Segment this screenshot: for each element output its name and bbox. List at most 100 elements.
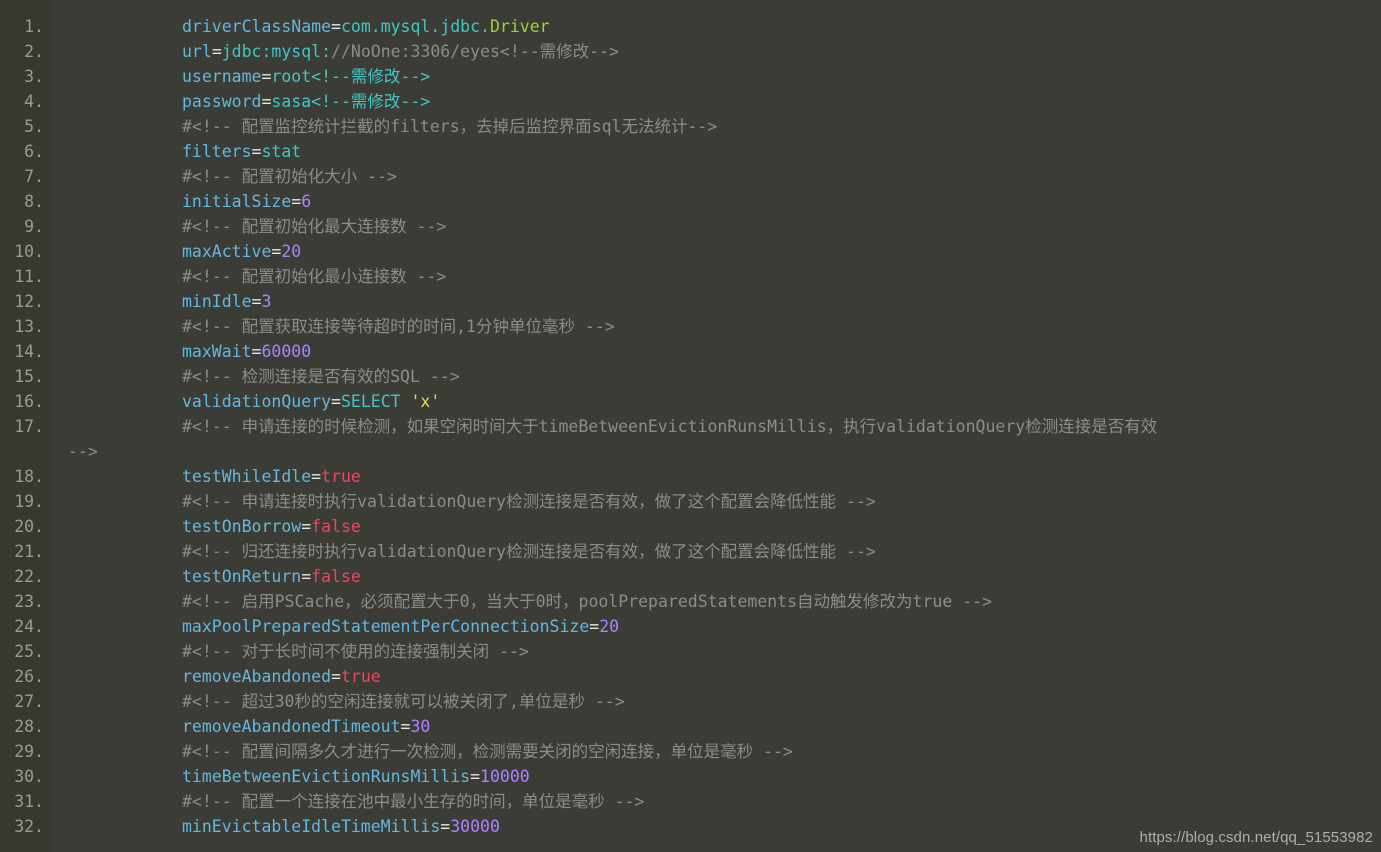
line-number: 14. (14, 342, 44, 361)
line-number: 5. (24, 117, 44, 136)
token-key: removeAbandoned (182, 667, 332, 686)
line-number: 23. (14, 592, 44, 611)
code-line[interactable]: 3. username=root<!--需修改--> (0, 64, 1381, 89)
code-line[interactable]: 22. testOnReturn=false (0, 564, 1381, 589)
token-comment: #<!-- 检测连接是否有效的SQL --> (182, 367, 460, 386)
token-num: 30000 (450, 817, 500, 836)
code-line[interactable]: 8. initialSize=6 (0, 189, 1381, 214)
token-key: username (182, 67, 262, 86)
code-content[interactable]: 1. driverClassName=com.mysql.jdbc.Driver 2… (0, 0, 1381, 839)
line-number: 22. (14, 567, 44, 586)
code-line[interactable]: 30. timeBetweenEvictionRunsMillis=10000 (0, 764, 1381, 789)
code-line[interactable]: 9. #<!-- 配置初始化最大连接数 --> (0, 214, 1381, 239)
token-eq: = (470, 767, 481, 786)
code-line[interactable]: 28. removeAbandonedTimeout=30 (0, 714, 1381, 739)
token-key: validationQuery (182, 392, 332, 411)
code-line[interactable]: 21. #<!-- 归还连接时执行validationQuery检测连接是否有效，… (0, 539, 1381, 564)
token-val: SELECT (340, 392, 411, 411)
code-line[interactable]: 32. minEvictableIdleTimeMillis=30000 (0, 814, 1381, 839)
line-number: 32. (14, 817, 44, 836)
token-eq: = (400, 717, 411, 736)
line-number: 6. (24, 142, 44, 161)
code-line[interactable]: 16. validationQuery=SELECT 'x' (0, 389, 1381, 414)
code-line[interactable]: 20. testOnBorrow=false (0, 514, 1381, 539)
code-line[interactable]: 4. password=sasa<!--需修改--> (0, 89, 1381, 114)
code-line[interactable]: 1. driverClassName=com.mysql.jdbc.Driver (0, 14, 1381, 39)
token-eq: = (301, 567, 312, 586)
token-comment: #<!-- 超过30秒的空闲连接就可以被关闭了,单位是秒 --> (182, 692, 625, 711)
token-comment: #<!-- 启用PSCache，必须配置大于0，当大于0时，poolPrepar… (182, 592, 993, 611)
code-line[interactable]: 26. removeAbandoned=true (0, 664, 1381, 689)
token-key: driverClassName (182, 17, 332, 36)
code-line[interactable]: 11. #<!-- 配置初始化最小连接数 --> (0, 264, 1381, 289)
token-key: minIdle (182, 292, 252, 311)
token-num: 6 (301, 192, 312, 211)
token-eq: = (440, 817, 451, 836)
code-line[interactable]: 25. #<!-- 对于长时间不使用的连接强制关闭 --> (0, 639, 1381, 664)
token-eq: = (311, 467, 322, 486)
line-number: 4. (24, 92, 44, 111)
token-key: maxActive (182, 242, 272, 261)
line-number: 16. (14, 392, 44, 411)
code-line[interactable]: 13. #<!-- 配置获取连接等待超时的时间,1分钟单位毫秒 --> (0, 314, 1381, 339)
code-line[interactable]: 19. #<!-- 申请连接时执行validationQuery检测连接是否有效，… (0, 489, 1381, 514)
token-bool: false (311, 517, 361, 536)
token-val: jdbc:mysql: (221, 42, 332, 61)
line-number: 26. (14, 667, 44, 686)
token-eq: = (251, 142, 262, 161)
line-number: 18. (14, 467, 44, 486)
line-number: 21. (14, 542, 44, 561)
token-key: testWhileIdle (182, 467, 312, 486)
token-class: Driver (489, 17, 550, 36)
line-number: 31. (14, 792, 44, 811)
code-line[interactable]: 24. maxPoolPreparedStatementPerConnection… (0, 614, 1381, 639)
token-key: filters (182, 142, 252, 161)
token-key: maxWait (182, 342, 252, 361)
line-number: 7. (24, 167, 44, 186)
code-line[interactable]: 17. #<!-- 申请连接的时候检测，如果空闲时间大于timeBetweenEv… (0, 414, 1381, 439)
code-line[interactable]: 12. minIdle=3 (0, 289, 1381, 314)
token-comment: #<!-- 配置初始化大小 --> (182, 167, 397, 186)
token-comment: //NoOne:3306/eyes<!--需修改--> (331, 42, 619, 61)
token-num: 20 (599, 617, 620, 636)
code-line[interactable]: 14. maxWait=60000 (0, 339, 1381, 364)
line-number: 29. (14, 742, 44, 761)
token-val: com.mysql.jdbc. (340, 17, 490, 36)
token-val: root<!--需修改--> (271, 67, 431, 86)
code-line[interactable]: 15. #<!-- 检测连接是否有效的SQL --> (0, 364, 1381, 389)
code-line[interactable]: 2. url=jdbc:mysql://NoOne:3306/eyes<!--需修… (0, 39, 1381, 64)
line-number: 11. (14, 267, 44, 286)
token-comment: #<!-- 归还连接时执行validationQuery检测连接是否有效，做了这… (182, 542, 876, 561)
code-line[interactable]: 29. #<!-- 配置间隔多久才进行一次检测，检测需要关闭的空闲连接，单位是毫秒… (0, 739, 1381, 764)
line-number: 25. (14, 642, 44, 661)
token-num: 20 (281, 242, 302, 261)
token-bool: false (311, 567, 361, 586)
code-viewer: 1. driverClassName=com.mysql.jdbc.Driver 2… (0, 0, 1381, 852)
code-line[interactable]: 7. #<!-- 配置初始化大小 --> (0, 164, 1381, 189)
code-line[interactable]: 31. #<!-- 配置一个连接在池中最小生存的时间，单位是毫秒 --> (0, 789, 1381, 814)
code-line[interactable]: 18. testWhileIdle=true (0, 464, 1381, 489)
code-line[interactable]: 6. filters=stat (0, 139, 1381, 164)
line-number: 8. (24, 192, 44, 211)
token-num: 10000 (480, 767, 530, 786)
token-eq: = (261, 92, 272, 111)
line-number: 3. (24, 67, 44, 86)
token-comment: #<!-- 配置初始化最大连接数 --> (182, 217, 447, 236)
line-number: 9. (24, 217, 44, 236)
code-line[interactable]: 10. maxActive=20 (0, 239, 1381, 264)
token-comment: #<!-- 申请连接时执行validationQuery检测连接是否有效，做了这… (182, 492, 876, 511)
token-val: stat (261, 142, 302, 161)
code-line[interactable]: 5. #<!-- 配置监控统计拦截的filters，去掉后监控界面sql无法统计-… (0, 114, 1381, 139)
token-eq: = (331, 17, 341, 36)
code-line[interactable]: 23. #<!-- 启用PSCache，必须配置大于0，当大于0时，poolPre… (0, 589, 1381, 614)
line-number: 17. (14, 417, 44, 436)
line-number: 28. (14, 717, 44, 736)
token-eq: = (331, 667, 341, 686)
code-line[interactable]: 27. #<!-- 超过30秒的空闲连接就可以被关闭了,单位是秒 --> (0, 689, 1381, 714)
token-val: sasa<!--需修改--> (271, 92, 431, 111)
token-eq: = (251, 292, 262, 311)
token-num: 60000 (261, 342, 312, 361)
token-key: removeAbandonedTimeout (182, 717, 401, 736)
token-comment: #<!-- 配置初始化最小连接数 --> (182, 267, 447, 286)
token-bool: true (321, 467, 361, 486)
